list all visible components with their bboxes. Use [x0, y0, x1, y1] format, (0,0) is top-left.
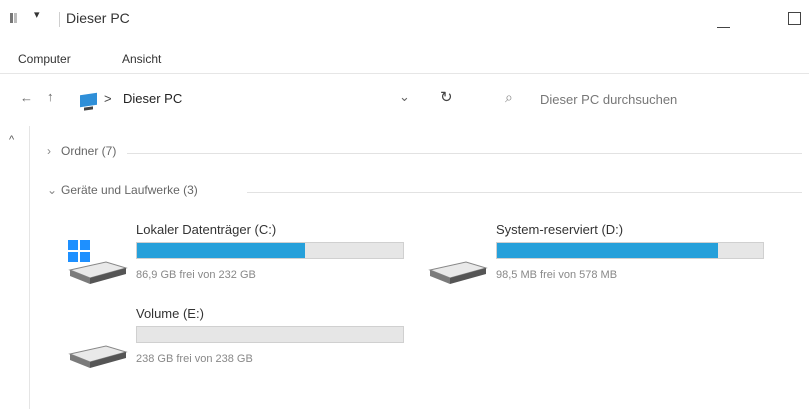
computer-icon — [80, 92, 97, 108]
search-input[interactable]: Dieser PC durchsuchen — [540, 92, 677, 107]
back-button[interactable]: ← — [20, 90, 33, 105]
refresh-button[interactable]: ↻ — [440, 88, 453, 106]
drive-usage-fill — [137, 243, 305, 258]
quick-access-dropdown-icon[interactable]: ▾ — [34, 8, 40, 21]
group-divider — [127, 153, 802, 154]
up-button[interactable]: ↑ — [47, 89, 54, 104]
minimize-button[interactable] — [717, 27, 730, 28]
drive-usage-bar — [496, 242, 764, 259]
drive-name[interactable]: Lokaler Datenträger (C:) — [136, 222, 276, 237]
group-label-geraete[interactable]: Geräte und Laufwerke (3) — [61, 183, 198, 197]
search-icon: ⌕ — [505, 89, 513, 105]
windows-drive-icon — [68, 240, 128, 284]
title-bar: ▾ Dieser PC — [0, 0, 809, 40]
drive-item-c[interactable]: Lokaler Datenträger (C:) 86,9 GB frei vo… — [66, 222, 416, 292]
navigation-pane[interactable]: ^ — [0, 126, 30, 409]
drive-item-d[interactable]: System-reserviert (D:) 98,5 MB frei von … — [426, 222, 776, 292]
drive-usage-fill — [497, 243, 718, 258]
tab-ansicht[interactable]: Ansicht — [122, 52, 161, 66]
chevron-down-icon[interactable]: ⌄ — [47, 183, 57, 197]
ribbon: Computer Ansicht — [0, 44, 809, 74]
group-header-geraete[interactable]: ⌄ Geräte und Laufwerke (3) — [47, 181, 802, 201]
drive-usage-bar — [136, 326, 404, 343]
chevron-up-icon[interactable]: ^ — [9, 134, 14, 146]
group-label-ordner[interactable]: Ordner (7) — [61, 144, 116, 158]
group-divider — [247, 192, 802, 193]
maximize-button[interactable] — [788, 12, 801, 25]
drive-free-space: 98,5 MB frei von 578 MB — [496, 269, 618, 281]
drive-name[interactable]: System-reserviert (D:) — [496, 222, 623, 237]
content-pane: › Ordner (7) ⌄ Geräte und Laufwerke (3) … — [31, 126, 809, 409]
quick-access-icon[interactable] — [10, 12, 22, 24]
breadcrumb-separator[interactable]: > — [104, 91, 112, 106]
breadcrumb-dieser-pc[interactable]: Dieser PC — [123, 91, 182, 106]
drive-free-space: 86,9 GB frei von 232 GB — [136, 269, 256, 281]
window-title: Dieser PC — [66, 10, 130, 26]
title-separator — [59, 12, 60, 27]
tab-computer[interactable]: Computer — [18, 52, 71, 66]
drive-icon — [68, 345, 128, 368]
drive-item-e[interactable]: Volume (E:) 238 GB frei von 238 GB — [66, 306, 416, 376]
drive-usage-bar — [136, 242, 404, 259]
drive-name[interactable]: Volume (E:) — [136, 306, 204, 321]
group-header-ordner[interactable]: › Ordner (7) — [47, 142, 802, 162]
drive-free-space: 238 GB frei von 238 GB — [136, 353, 253, 365]
address-dropdown-icon[interactable]: ⌄ — [399, 89, 410, 105]
address-row: ← ↑ > Dieser PC ⌄ ↻ ⌕ Dieser PC durchsuc… — [0, 80, 809, 120]
chevron-right-icon[interactable]: › — [47, 144, 51, 158]
drive-icon — [428, 261, 488, 284]
